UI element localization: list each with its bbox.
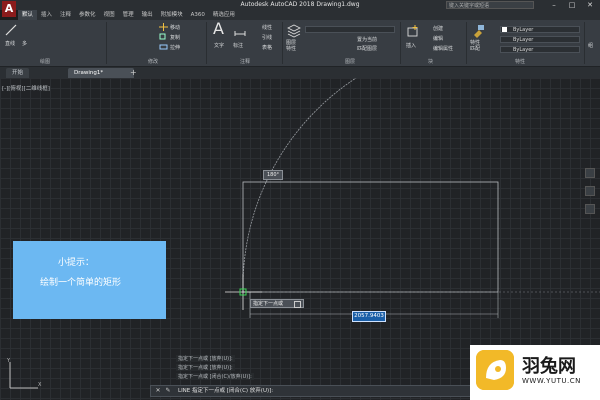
polar-tracking-arc bbox=[242, 78, 357, 293]
command-history-line: 指定下一点或 [放弃(U)]: bbox=[176, 355, 235, 362]
command-history-line: 指定下一点或 [闭合(C)/放弃(U)]: bbox=[176, 373, 254, 380]
command-history-line: 指定下一点或 [放弃(U)]: bbox=[176, 364, 235, 371]
move-icon bbox=[159, 23, 168, 31]
tab-addins[interactable]: 附加模块 bbox=[157, 10, 187, 20]
copy-icon bbox=[159, 33, 166, 40]
tab-start[interactable]: 开始 bbox=[6, 68, 30, 78]
watermark-name: 羽兔网 bbox=[522, 356, 576, 377]
rectangle-outline bbox=[242, 181, 499, 293]
stretch-icon bbox=[159, 44, 168, 50]
orbit-icon[interactable] bbox=[585, 204, 595, 214]
window-title: Autodesk AutoCAD 2018 Drawing1.dwg bbox=[240, 1, 360, 8]
command-line-text: LINE 指定下一点或 [闭合(C) 放弃(U)]: bbox=[178, 388, 274, 394]
close-icon[interactable]: ✕ bbox=[154, 387, 162, 395]
tab-annotate[interactable]: 注释 bbox=[56, 10, 75, 20]
match-properties-icon[interactable] bbox=[471, 24, 485, 38]
title-bar: Autodesk AutoCAD 2018 Drawing1.dwg 键入关键字… bbox=[0, 0, 600, 10]
dimension-tool-icon[interactable] bbox=[234, 24, 246, 36]
linear-button[interactable]: 线性 bbox=[262, 24, 272, 31]
tab-insert[interactable]: 插入 bbox=[37, 10, 56, 20]
color-dropdown[interactable]: ByLayer bbox=[500, 26, 580, 33]
stretch-button[interactable]: 拉伸 bbox=[170, 44, 180, 51]
dimension-input-field[interactable]: 2057.9403 bbox=[352, 311, 386, 322]
layer-dropdown[interactable] bbox=[305, 26, 395, 33]
tab-output[interactable]: 输出 bbox=[138, 10, 157, 20]
linetype-dropdown[interactable]: ByLayer bbox=[500, 36, 580, 43]
dynamic-input-prompt: 指定下一点或 bbox=[250, 299, 304, 308]
hint-body: 绘制一个简单的矩形 bbox=[40, 278, 122, 288]
ucs-icon: Y X bbox=[6, 358, 42, 389]
panel-divider bbox=[206, 22, 207, 64]
set-current-button[interactable]: 置为当前 bbox=[357, 36, 377, 43]
watermark-logo-icon bbox=[476, 350, 514, 390]
create-block-button[interactable]: 创建 bbox=[433, 25, 443, 32]
minimize-icon[interactable]: – bbox=[545, 0, 563, 10]
autocad-logo-icon[interactable]: A bbox=[2, 1, 16, 17]
group-label: 组 bbox=[588, 43, 594, 49]
tab-view[interactable]: 视图 bbox=[100, 10, 119, 20]
edit-block-button[interactable]: 编辑 bbox=[433, 35, 443, 42]
dropdown-arrow-icon[interactable] bbox=[294, 301, 301, 308]
copy-button[interactable]: 复制 bbox=[170, 34, 180, 41]
search-input[interactable]: 键入关键字或短语 bbox=[446, 1, 534, 9]
match-properties-label: 特性匹配 bbox=[470, 40, 481, 52]
tab-drawing1[interactable]: Drawing1* bbox=[68, 68, 134, 78]
match-layer-button[interactable]: 匹配图层 bbox=[357, 45, 377, 52]
panel-divider bbox=[400, 22, 401, 64]
svg-text:X: X bbox=[38, 382, 42, 388]
lineweight-dropdown[interactable]: ByLayer bbox=[500, 46, 580, 53]
hint-title: 小提示： bbox=[58, 258, 95, 268]
zoom-icon[interactable] bbox=[585, 186, 595, 196]
line-tool-label: 直线 bbox=[5, 41, 16, 47]
insert-block-icon[interactable] bbox=[406, 24, 420, 38]
pan-icon[interactable] bbox=[585, 168, 595, 178]
move-button[interactable]: 移动 bbox=[170, 24, 180, 31]
panel-divider bbox=[466, 22, 467, 64]
document-tabs: 开始 Drawing1* + bbox=[0, 67, 600, 78]
panel-title-draw: 绘图 bbox=[40, 59, 51, 65]
leader-button[interactable]: 引线 bbox=[262, 34, 272, 41]
tab-a360[interactable]: A360 bbox=[187, 10, 209, 20]
tab-manage[interactable]: 管理 bbox=[119, 10, 138, 20]
insert-block-label: 插入 bbox=[406, 43, 417, 49]
dynamic-input-prompt-text: 指定下一点或 bbox=[253, 301, 284, 307]
panel-divider bbox=[584, 22, 585, 64]
layer-properties-label: 图层特性 bbox=[286, 40, 297, 52]
panel-title-layers: 图层 bbox=[345, 59, 356, 65]
text-tool-label: 文字 bbox=[214, 43, 225, 49]
panel-title-properties: 特性 bbox=[515, 59, 526, 65]
table-button[interactable]: 表格 bbox=[262, 44, 272, 51]
new-tab-icon[interactable]: + bbox=[130, 67, 137, 78]
panel-title-annotation: 注释 bbox=[240, 59, 251, 65]
dimension-tool-label: 标注 bbox=[233, 43, 244, 49]
close-icon[interactable]: ✕ bbox=[581, 0, 599, 10]
ribbon: 直线 多 绘图 移动 复制 拉伸 修改 A 文字 标注 线性 引线 表格 注释 … bbox=[0, 20, 600, 67]
layer-properties-icon[interactable] bbox=[287, 24, 301, 38]
panel-title-modify: 修改 bbox=[148, 59, 159, 65]
edit-attributes-button[interactable]: 编辑属性 bbox=[433, 45, 453, 52]
panel-title-block: 块 bbox=[428, 59, 434, 65]
angle-tooltip: 180° bbox=[263, 170, 283, 180]
tab-default[interactable]: 默认 bbox=[18, 10, 38, 20]
tab-parametric[interactable]: 参数化 bbox=[75, 10, 100, 20]
ribbon-tabs: 默认 插入 注释 参数化 视图 管理 输出 附加模块 A360 精选应用 bbox=[18, 10, 600, 20]
color-swatch bbox=[502, 27, 507, 32]
polyline-tool-label: 多 bbox=[22, 41, 28, 47]
panel-divider bbox=[106, 22, 107, 64]
panel-divider bbox=[282, 22, 283, 64]
line-tool-icon[interactable] bbox=[4, 23, 18, 37]
text-tool-icon[interactable]: A bbox=[213, 21, 227, 37]
wrench-icon[interactable]: ✎ bbox=[164, 387, 172, 395]
maximize-icon[interactable]: □ bbox=[563, 0, 581, 10]
watermark-url: WWW.YUTU.CN bbox=[522, 377, 581, 385]
